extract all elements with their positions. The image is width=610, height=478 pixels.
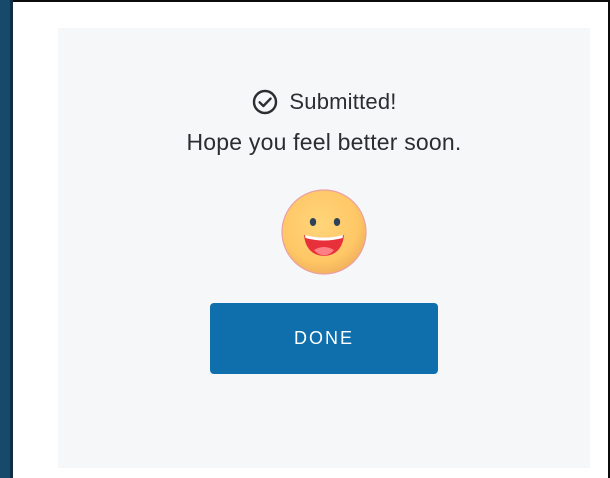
done-button[interactable]: DONE <box>210 303 438 374</box>
check-circle-icon <box>251 88 279 116</box>
status-text: Submitted! <box>289 89 397 114</box>
smiling-face-icon <box>280 188 368 276</box>
status-line: Submitted! <box>58 88 590 116</box>
left-side-bar <box>0 0 13 478</box>
confirmation-card: Submitted! Hope you feel better soon. DO… <box>58 28 590 468</box>
feel-better-message: Hope you feel better soon. <box>186 129 462 155</box>
left-side-bar-edge <box>10 0 13 478</box>
